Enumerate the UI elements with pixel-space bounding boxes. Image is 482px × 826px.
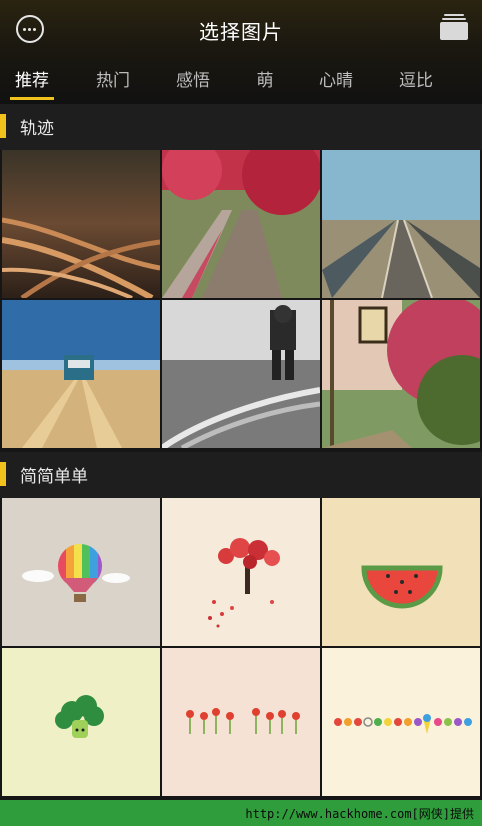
tab-mood[interactable]: 心晴 bbox=[314, 66, 358, 91]
photo-rails-red-tree[interactable] bbox=[162, 150, 320, 298]
illustration-hot-air-balloon[interactable] bbox=[2, 498, 160, 646]
photo-bus-desert[interactable] bbox=[2, 300, 160, 448]
section-title: 简简单单 bbox=[20, 467, 88, 487]
section-accent-bar bbox=[0, 114, 6, 138]
tab-cute[interactable]: 萌 bbox=[250, 66, 280, 91]
tab-funny[interactable]: 逗比 bbox=[394, 66, 438, 91]
section-accent-bar bbox=[0, 462, 6, 486]
section-header-simple: 简简单单 bbox=[0, 452, 482, 498]
top-header: 选择图片 推荐 热门 感悟 萌 心晴 逗比 bbox=[0, 0, 482, 106]
section-title: 轨迹 bbox=[20, 119, 54, 139]
photo-rails-horizon[interactable] bbox=[322, 150, 480, 298]
illustration-broccoli[interactable] bbox=[2, 648, 160, 796]
page-title: 选择图片 bbox=[199, 20, 283, 44]
section-header-tracks: 轨迹 bbox=[0, 104, 482, 150]
cards-stack-icon[interactable] bbox=[440, 14, 468, 40]
tab-feelings[interactable]: 感悟 bbox=[171, 66, 215, 91]
photo-rails-closeup[interactable] bbox=[2, 150, 160, 298]
watermark-text: http://www.hackhome.com[网侠]提供 bbox=[245, 807, 474, 821]
photo-man-on-tracks[interactable] bbox=[162, 300, 320, 448]
illustration-red-tree[interactable] bbox=[162, 498, 320, 646]
tab-hot[interactable]: 热门 bbox=[91, 66, 135, 91]
active-tab-indicator bbox=[10, 97, 54, 100]
tab-recommend[interactable]: 推荐 bbox=[10, 66, 54, 91]
illustration-fruit-row[interactable] bbox=[322, 648, 480, 796]
watermark-footer: http://www.hackhome.com[网侠]提供 bbox=[0, 800, 482, 826]
illustration-watermelon[interactable] bbox=[322, 498, 480, 646]
category-tabs: 推荐 热门 感悟 萌 心晴 逗比 bbox=[0, 62, 482, 102]
illustration-flower-row[interactable] bbox=[162, 648, 320, 796]
photo-lamp-flowers[interactable] bbox=[322, 300, 480, 448]
